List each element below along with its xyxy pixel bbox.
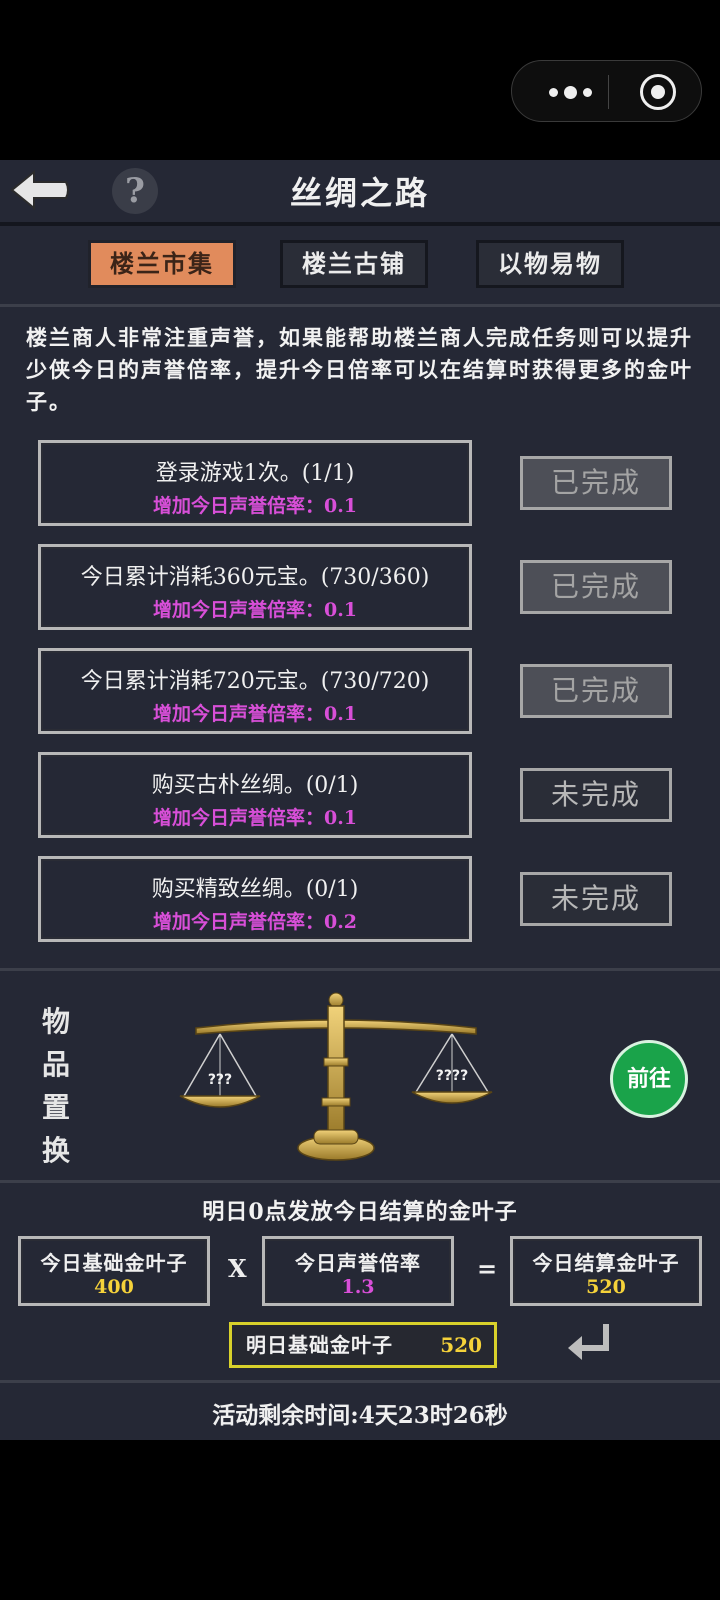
multiply-sign: X: [228, 1254, 247, 1283]
page-title: 丝绸之路: [289, 174, 430, 212]
tab-loulan-market[interactable]: 楼兰市集: [88, 240, 236, 288]
task-reward: 增加今日声誉倍率：0.1: [152, 807, 358, 829]
result-gold-box: 今日结算金叶子 520: [510, 1236, 702, 1306]
divider: [0, 1180, 720, 1183]
settlement-title: 明日0点发放今日结算的金叶子: [202, 1199, 518, 1225]
tab-bar: 楼兰市集 楼兰古铺 以物易物: [0, 240, 720, 290]
left-pan-label: ???: [208, 1072, 232, 1088]
tab-loulan-shop[interactable]: 楼兰古铺: [280, 240, 428, 288]
exchange-label-char: 品: [41, 1048, 70, 1081]
task-card: 今日累计消耗720元宝。(730/720) 增加今日声誉倍率：0.1: [38, 648, 472, 734]
rate-value: 1.3: [341, 1276, 375, 1298]
divider: [0, 968, 720, 971]
task-reward: 增加今日声誉倍率：0.2: [152, 911, 358, 933]
task-reward: 增加今日声誉倍率：0.1: [152, 599, 358, 621]
equals-sign: =: [477, 1254, 498, 1283]
more-dots-icon[interactable]: [540, 61, 600, 123]
task-title: 购买古朴丝绸。(0/1): [151, 773, 359, 798]
task-reward: 增加今日声誉倍率：0.1: [152, 495, 358, 517]
base-gold-box: 今日基础金叶子 400: [18, 1236, 210, 1306]
base-gold-value: 400: [94, 1276, 134, 1298]
task-title: 今日累计消耗360元宝。(730/360): [80, 565, 430, 590]
rate-box: 今日声誉倍率 1.3: [262, 1236, 454, 1306]
capsule-divider: [608, 75, 609, 109]
task-card: 今日累计消耗360元宝。(730/360) 增加今日声誉倍率：0.1: [38, 544, 472, 630]
return-icon[interactable]: [566, 1320, 614, 1364]
result-gold-value: 520: [586, 1276, 626, 1298]
task-title: 购买精致丝绸。(0/1): [151, 877, 359, 902]
task-title: 登录游戏1次。(1/1): [155, 461, 355, 486]
task-card: 购买精致丝绸。(0/1) 增加今日声誉倍率：0.2: [38, 856, 472, 942]
remaining-time: 活动剩余时间:4天23时26秒: [212, 1402, 508, 1429]
task-status-button[interactable]: 未完成: [520, 768, 672, 822]
task-reward: 增加今日声誉倍率：0.1: [152, 703, 358, 725]
task-status-button[interactable]: 已完成: [520, 664, 672, 718]
tomorrow-gold-value: 520: [440, 1333, 482, 1357]
rate-label: 今日声誉倍率: [295, 1251, 421, 1275]
target-icon[interactable]: [640, 74, 676, 110]
task-status-button[interactable]: 已完成: [520, 456, 672, 510]
mini-program-capsule: [511, 60, 702, 122]
intro-text: 楼兰商人非常注重声誉，如果能帮助楼兰商人完成任务则可以提升少侠今日的声誉倍率，提…: [26, 325, 693, 414]
exchange-label-char: 置: [41, 1091, 70, 1124]
task-card: 登录游戏1次。(1/1) 增加今日声誉倍率：0.1: [38, 440, 472, 526]
divider: [0, 1380, 720, 1383]
task-status-button[interactable]: 已完成: [520, 560, 672, 614]
exchange-label-char: 换: [41, 1134, 70, 1167]
divider: [0, 304, 720, 307]
header-bar: ? 丝绸之路: [0, 160, 720, 226]
tab-barter[interactable]: 以物易物: [476, 240, 624, 288]
balance-scale-icon: ??? ????: [179, 992, 493, 1161]
exchange-label: 物 品 置 换: [36, 1000, 76, 1172]
go-button[interactable]: 前往: [610, 1040, 688, 1118]
task-title: 今日累计消耗720元宝。(730/720): [80, 669, 430, 694]
result-gold-label: 今日结算金叶子: [532, 1251, 680, 1275]
exchange-label-char: 物: [41, 1005, 70, 1038]
base-gold-label: 今日基础金叶子: [40, 1251, 188, 1275]
task-card: 购买古朴丝绸。(0/1) 增加今日声誉倍率：0.1: [38, 752, 472, 838]
task-status-button[interactable]: 未完成: [520, 872, 672, 926]
right-pan-label: ????: [436, 1068, 468, 1084]
tomorrow-gold-label: 明日基础金叶子: [246, 1333, 393, 1357]
tomorrow-gold-box: 明日基础金叶子 520: [229, 1322, 497, 1368]
